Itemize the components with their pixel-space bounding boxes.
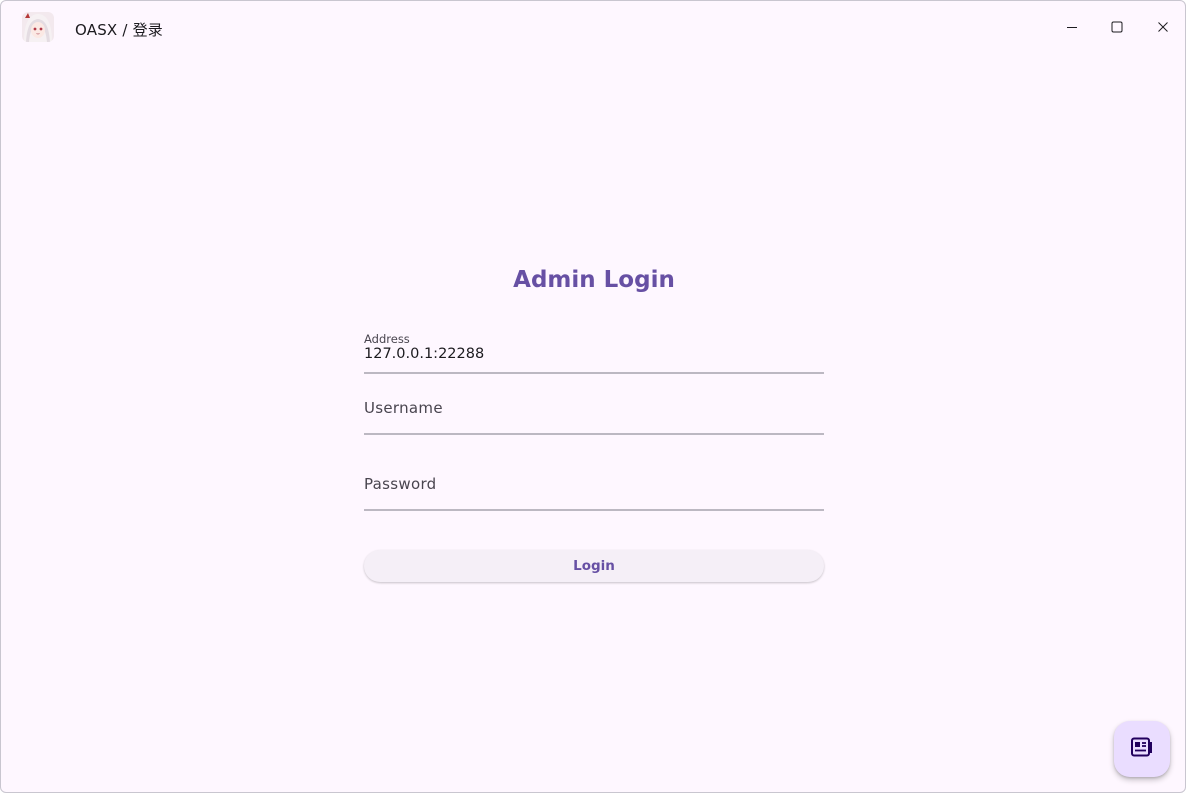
floating-action-button[interactable] bbox=[1114, 721, 1170, 777]
minimize-button[interactable] bbox=[1049, 12, 1095, 42]
address-label: Address bbox=[364, 332, 410, 346]
app-logo-icon bbox=[22, 12, 54, 42]
address-field[interactable]: Address bbox=[364, 331, 824, 374]
password-input[interactable] bbox=[364, 469, 828, 511]
login-heading: Admin Login bbox=[513, 267, 675, 293]
password-field[interactable]: Password bbox=[364, 469, 828, 511]
login-button[interactable]: Login bbox=[364, 550, 824, 582]
username-input[interactable] bbox=[364, 393, 828, 435]
login-button-label: Login bbox=[573, 558, 615, 574]
maximize-button[interactable] bbox=[1094, 12, 1140, 42]
address-input[interactable] bbox=[364, 346, 824, 362]
close-icon bbox=[1157, 18, 1169, 37]
newspaper-icon bbox=[1131, 737, 1153, 761]
minimize-icon bbox=[1066, 18, 1078, 37]
maximize-icon bbox=[1111, 18, 1123, 37]
username-field[interactable]: Username bbox=[364, 393, 828, 435]
title-bar[interactable]: OASX / 登录 bbox=[1, 1, 1185, 55]
app-window: OASX / 登录 Admin Login Address 127.0.0.1:… bbox=[0, 0, 1186, 793]
close-button[interactable] bbox=[1140, 12, 1185, 42]
window-title: OASX / 登录 bbox=[75, 21, 163, 39]
